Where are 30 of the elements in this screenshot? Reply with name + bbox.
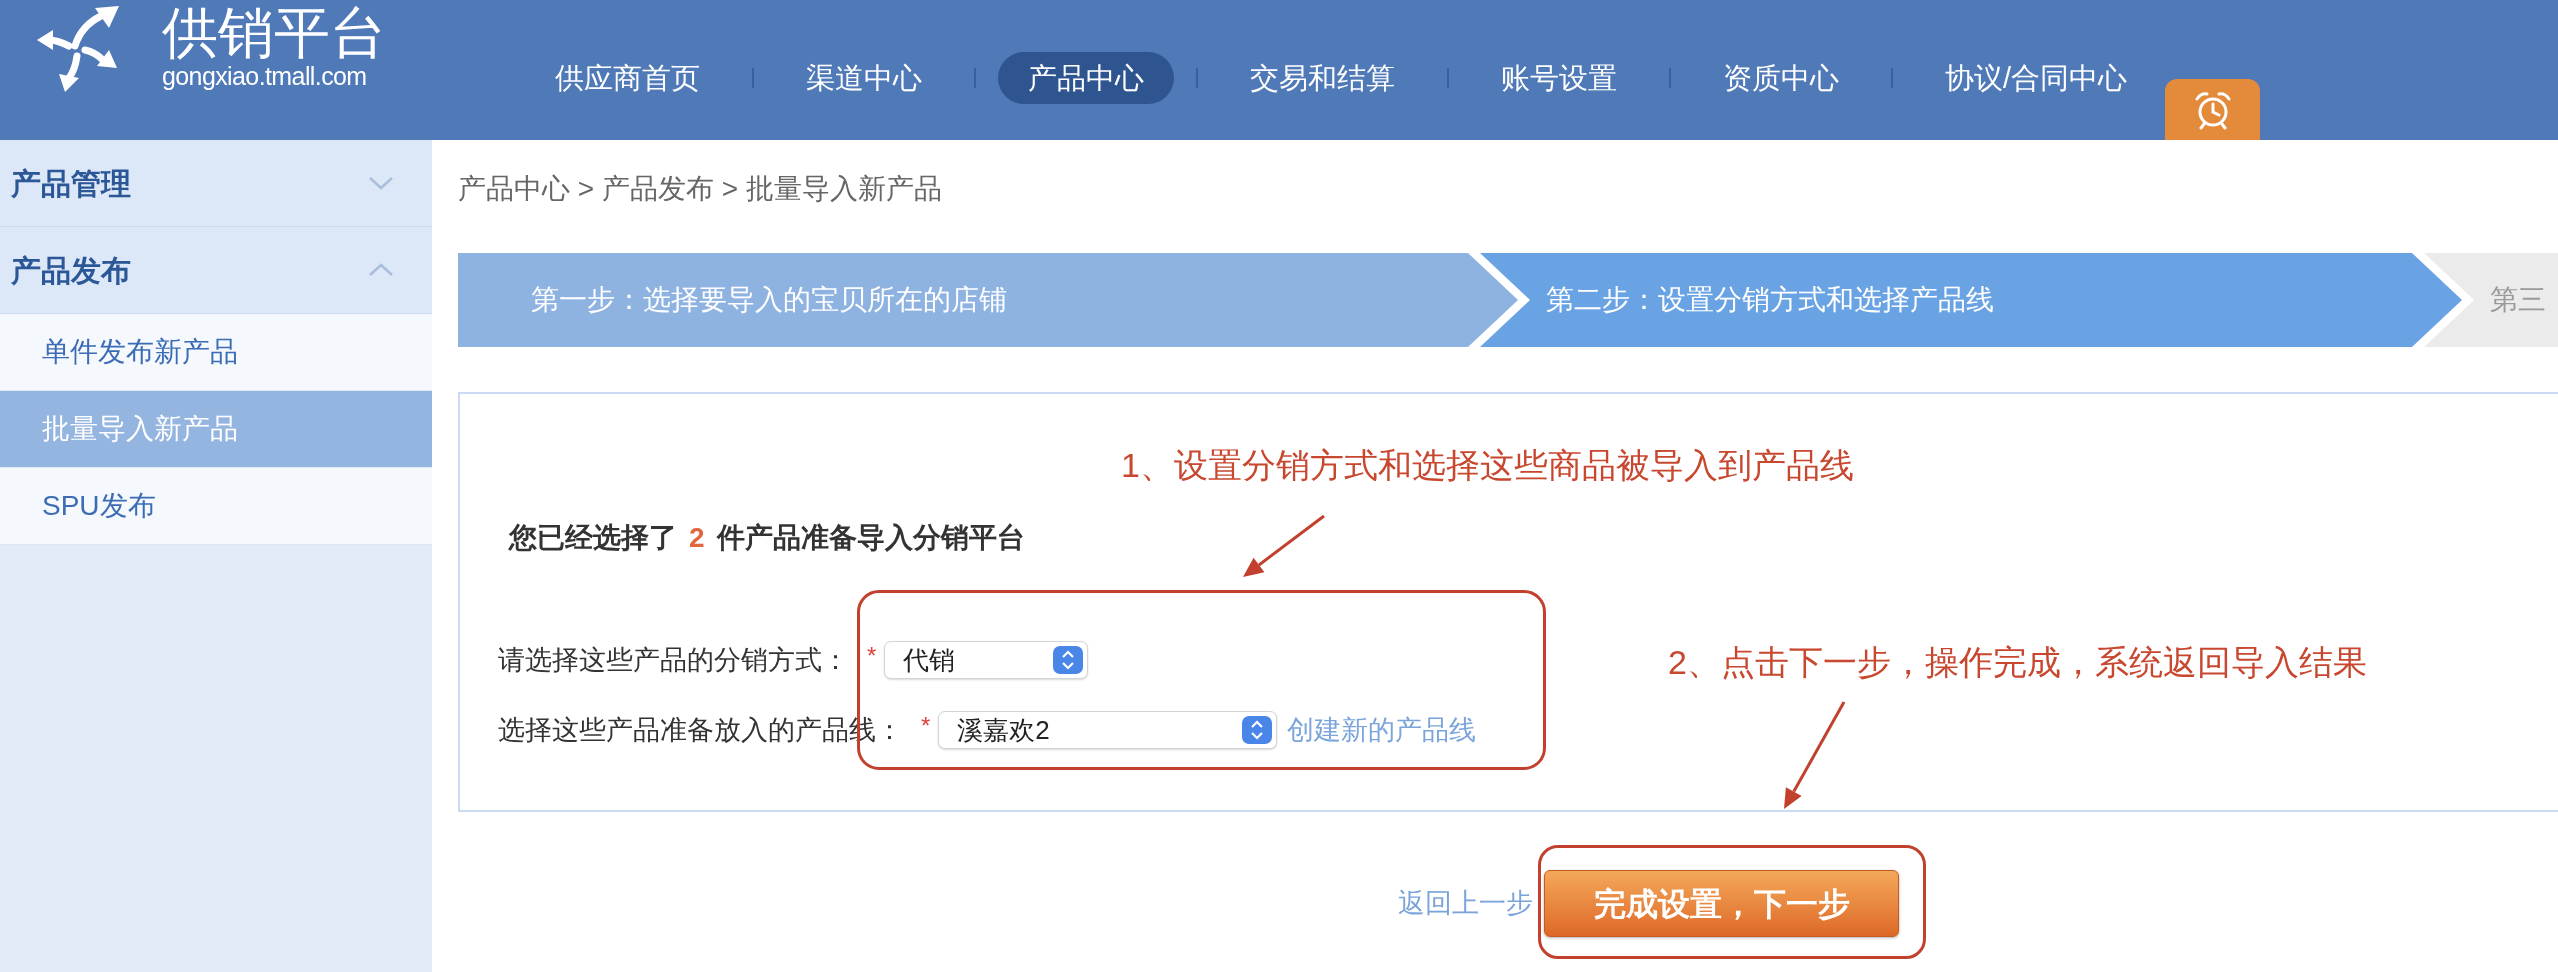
sidebar-section[interactable]: 产品管理 — [0, 140, 432, 227]
wizard-step: 第二步：设置分销方式和选择产品线 — [1480, 253, 2462, 347]
logo-domain: gongxiao.tmall.com — [162, 64, 368, 88]
nav-tab[interactable]: 资质中心 — [1693, 52, 1869, 104]
sidebar-item[interactable]: 单件发布新产品 — [0, 314, 432, 391]
nav-tab[interactable]: 产品中心 — [998, 52, 1174, 104]
annotation-text: 2、点击下一步，操作完成，系统返回导入结果 — [1668, 642, 2367, 682]
required-mark: * — [921, 714, 931, 738]
nav-tab[interactable]: 交易和结算 — [1220, 52, 1425, 104]
annotation-text: 1、设置分销方式和选择这些商品被导入到产品线 — [1121, 445, 1854, 485]
next-step-button[interactable]: 完成设置，下一步 — [1544, 870, 1899, 937]
alarm-button[interactable] — [2165, 79, 2261, 140]
nav-tab[interactable]: 供应商首页 — [525, 52, 730, 104]
sidebar-item[interactable]: SPU发布 — [0, 468, 432, 545]
wizard-step: 第一步：选择要导入的宝贝所在的店铺 — [458, 253, 1518, 347]
breadcrumb: 产品中心 > 产品发布 > 批量导入新产品 — [458, 172, 942, 206]
logo-title: 供销平台 — [162, 2, 386, 64]
nav-tab[interactable]: 渠道中心 — [776, 52, 952, 104]
field-label: 请选择这些产品的分销方式： — [498, 643, 849, 677]
dropdown-field[interactable]: 溪嘉欢2 — [938, 711, 1278, 749]
dropdown-field[interactable]: 代销 — [884, 641, 1089, 679]
create-product-line-link[interactable]: 创建新的产品线 — [1287, 709, 1477, 751]
required-mark: * — [867, 644, 877, 668]
sidebar-section[interactable]: 产品发布 — [0, 227, 432, 314]
stepper-icon — [1242, 716, 1273, 744]
nav-tab[interactable]: 协议/合同中心 — [1915, 52, 2158, 104]
stepper-icon — [1053, 646, 1084, 674]
selection-summary: 您已经选择了 2 件产品准备导入分销平台 — [509, 521, 1025, 555]
back-link[interactable]: 返回上一步 — [1398, 883, 1533, 924]
nav-tab[interactable]: 账号设置 — [1471, 52, 1647, 104]
